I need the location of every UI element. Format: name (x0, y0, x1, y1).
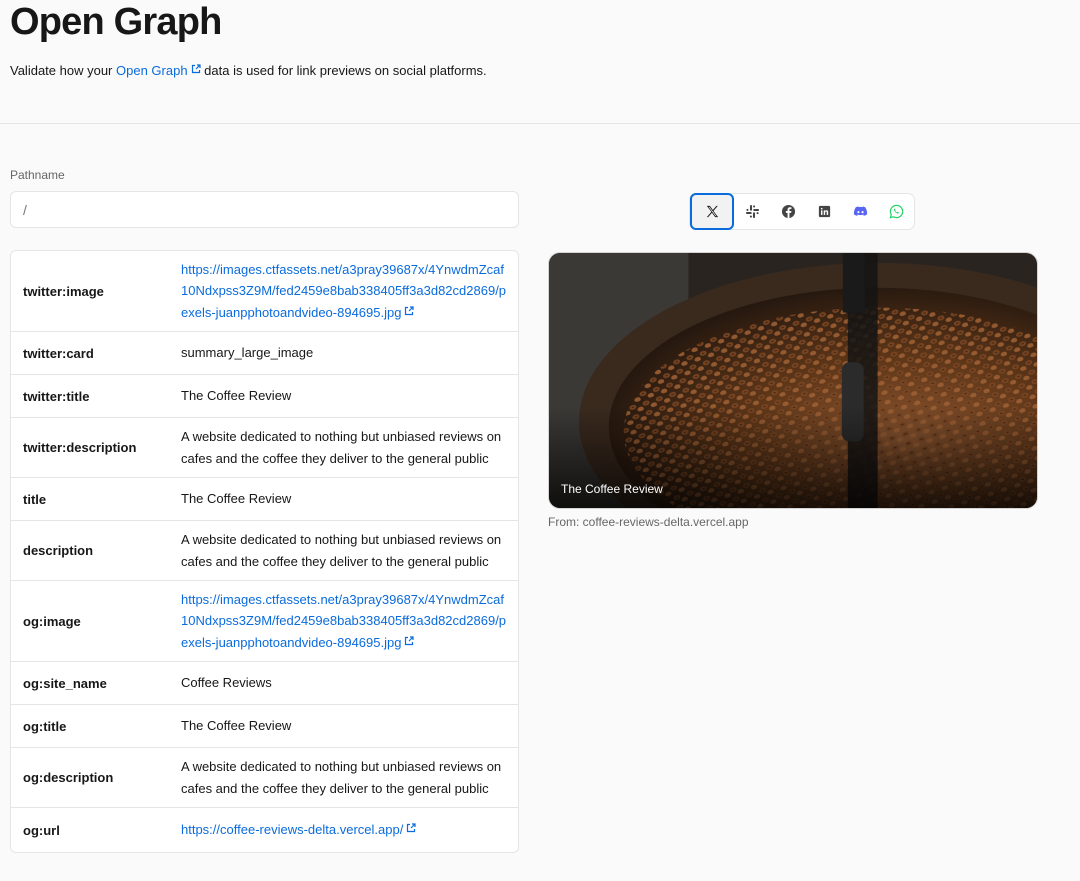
table-row: og:site_name Coffee Reviews (11, 662, 518, 705)
table-row: twitter:card summary_large_image (11, 332, 518, 375)
table-row: twitter:description A website dedicated t… (11, 418, 518, 478)
preview-card-title: The Coffee Review (561, 482, 663, 496)
meta-url-link[interactable]: https://images.ctfassets.net/a3pray39687… (181, 592, 506, 650)
table-row: og:description A website dedicated to not… (11, 748, 518, 808)
platform-switcher (689, 193, 915, 230)
meta-value: A website dedicated to nothing but unbia… (181, 429, 502, 466)
meta-key: title (23, 491, 47, 507)
page-subtitle: Validate how your Open Graph data is use… (10, 62, 487, 80)
external-link-icon (404, 636, 415, 646)
table-row: og:url https://coffee-reviews-delta.verce… (11, 808, 518, 852)
meta-key: twitter:image (23, 283, 104, 299)
external-link-icon (404, 306, 415, 316)
meta-key: og:url (23, 822, 60, 838)
external-link-icon (406, 823, 416, 833)
table-row: twitter:title The Coffee Review (11, 375, 518, 418)
open-graph-link[interactable]: Open Graph (116, 63, 201, 78)
pathname-label: Pathname (10, 168, 65, 182)
subtitle-text-before: Validate how your (10, 63, 116, 78)
discord-icon (853, 204, 868, 219)
meta-key: og:description (23, 770, 114, 785)
meta-value-link[interactable]: https://images.ctfassets.net/a3pray39687… (181, 589, 518, 654)
preview-image (549, 253, 1037, 508)
metadata-table: twitter:image https://images.ctfassets.ne… (10, 250, 519, 853)
preview-source-domain: From: coffee-reviews-delta.vercel.app (548, 515, 749, 529)
page-title: Open Graph (10, 1, 222, 43)
linkedin-icon (817, 204, 832, 219)
meta-value: The Coffee Review (181, 491, 292, 507)
meta-value: Coffee Reviews (181, 675, 272, 691)
meta-value: The Coffee Review (181, 718, 292, 734)
subtitle-text-after: data is used for link previews on social… (200, 63, 487, 78)
whatsapp-icon (889, 204, 904, 219)
page-header: Open Graph Validate how your Open Graph … (0, 0, 1080, 124)
preview-card[interactable]: The Coffee Review (548, 252, 1038, 509)
slack-icon (745, 204, 760, 219)
platform-discord-button[interactable] (842, 194, 878, 230)
meta-url-link[interactable]: https://coffee-reviews-delta.vercel.app/ (181, 822, 403, 837)
meta-value: summary_large_image (181, 345, 314, 361)
meta-url-link[interactable]: https://images.ctfassets.net/a3pray39687… (181, 262, 506, 320)
meta-key: description (23, 543, 94, 558)
pathname-input[interactable] (10, 191, 519, 228)
platform-slack-button[interactable] (734, 194, 770, 230)
meta-key: og:title (23, 718, 67, 734)
meta-value-link[interactable]: https://coffee-reviews-delta.vercel.app/ (181, 819, 518, 841)
platform-linkedin-button[interactable] (806, 194, 842, 230)
open-graph-link-label: Open Graph (116, 63, 188, 78)
table-row: og:title The Coffee Review (11, 705, 518, 748)
meta-key: twitter:title (23, 388, 90, 404)
meta-value-link[interactable]: https://images.ctfassets.net/a3pray39687… (181, 259, 518, 324)
meta-value: A website dedicated to nothing but unbia… (181, 759, 502, 796)
table-row: twitter:image https://images.ctfassets.ne… (11, 251, 518, 332)
external-link-icon (191, 64, 201, 74)
platform-whatsapp-button[interactable] (878, 194, 914, 230)
table-row: og:image https://images.ctfassets.net/a3p… (11, 581, 518, 662)
table-row: description A website dedicated to nothin… (11, 521, 518, 581)
meta-value: The Coffee Review (181, 388, 292, 404)
x-icon (705, 204, 720, 219)
table-row: title The Coffee Review (11, 478, 518, 521)
meta-key: og:image (23, 613, 81, 629)
meta-key: twitter:card (23, 345, 94, 361)
meta-key: og:site_name (23, 675, 107, 691)
facebook-icon (781, 204, 796, 219)
meta-value: A website dedicated to nothing but unbia… (181, 532, 502, 569)
platform-facebook-button[interactable] (770, 194, 806, 230)
meta-key: twitter:description (23, 440, 137, 455)
platform-x-button[interactable] (690, 193, 734, 230)
